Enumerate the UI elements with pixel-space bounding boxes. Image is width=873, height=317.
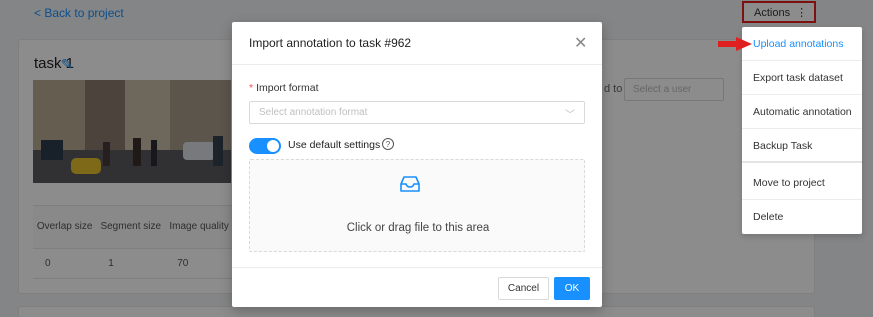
ok-button[interactable]: OK bbox=[554, 277, 590, 300]
menu-item-export-dataset[interactable]: Export task dataset bbox=[742, 61, 862, 95]
menu-item-delete[interactable]: Delete bbox=[742, 200, 862, 234]
chevron-down-icon: ﹀ bbox=[565, 110, 575, 121]
use-default-settings-label: Use default settings bbox=[288, 139, 381, 151]
file-dropzone[interactable]: Click or drag file to this area bbox=[249, 159, 585, 252]
inbox-icon bbox=[400, 176, 420, 192]
import-format-placeholder: Select annotation format bbox=[259, 107, 368, 118]
menu-item-backup-task[interactable]: Backup Task bbox=[742, 129, 862, 163]
question-circle-icon[interactable]: ? bbox=[382, 138, 394, 150]
import-format-select[interactable]: Select annotation format ﹀ bbox=[249, 101, 585, 124]
use-default-settings-toggle[interactable] bbox=[249, 138, 281, 154]
modal-divider bbox=[232, 64, 602, 65]
red-arrow-icon bbox=[718, 37, 752, 51]
menu-item-automatic-annotation[interactable]: Automatic annotation bbox=[742, 95, 862, 129]
cancel-button[interactable]: Cancel bbox=[498, 277, 549, 300]
menu-item-move-to-project[interactable]: Move to project bbox=[742, 166, 862, 200]
footer-divider bbox=[232, 267, 602, 268]
close-icon[interactable]: ✕ bbox=[574, 33, 587, 53]
import-annotation-modal: Import annotation to task #962 ✕ * Import… bbox=[232, 22, 602, 307]
menu-item-upload-annotations[interactable]: Upload annotations bbox=[742, 27, 862, 61]
modal-title: Import annotation to task #962 bbox=[249, 36, 412, 50]
import-format-label: * Import format bbox=[249, 82, 319, 94]
actions-menu: Upload annotations Export task dataset A… bbox=[742, 27, 862, 234]
dropzone-text: Click or drag file to this area bbox=[346, 222, 490, 234]
